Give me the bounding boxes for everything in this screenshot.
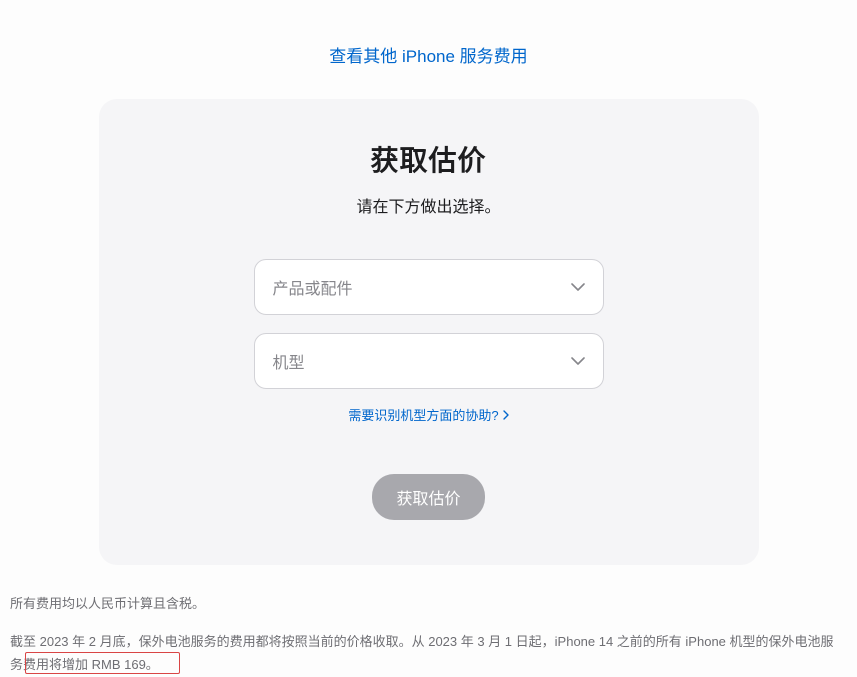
card-subtitle: 请在下方做出选择。 — [356, 193, 500, 217]
footer-notes: 所有费用均以人民币计算且含税。 截至 2023 年 2 月底，保外电池服务的费用… — [0, 593, 835, 677]
footer-tax-note: 所有费用均以人民币计算且含税。 — [10, 593, 835, 612]
product-select[interactable]: 产品或配件 — [254, 259, 604, 315]
product-select-placeholder: 产品或配件 — [273, 275, 353, 299]
chevron-right-icon — [503, 410, 509, 420]
model-select-placeholder: 机型 — [273, 349, 305, 373]
model-select[interactable]: 机型 — [254, 333, 604, 389]
other-services-link[interactable]: 查看其他 iPhone 服务费用 — [329, 42, 527, 67]
identify-model-help-link[interactable]: 需要识别机型方面的协助? — [348, 405, 508, 424]
footer-price-note: 截至 2023 年 2 月底，保外电池服务的费用都将按照当前的价格收取。从 20… — [10, 630, 835, 677]
chevron-down-icon — [571, 283, 585, 291]
chevron-down-icon — [571, 357, 585, 365]
get-estimate-button[interactable]: 获取估价 — [372, 474, 484, 520]
estimate-card: 获取估价 请在下方做出选择。 产品或配件 机型 需要识别机型方面的协助? 获取估… — [99, 99, 759, 565]
help-link-text: 需要识别机型方面的协助? — [348, 405, 498, 424]
card-title: 获取估价 — [370, 139, 486, 179]
